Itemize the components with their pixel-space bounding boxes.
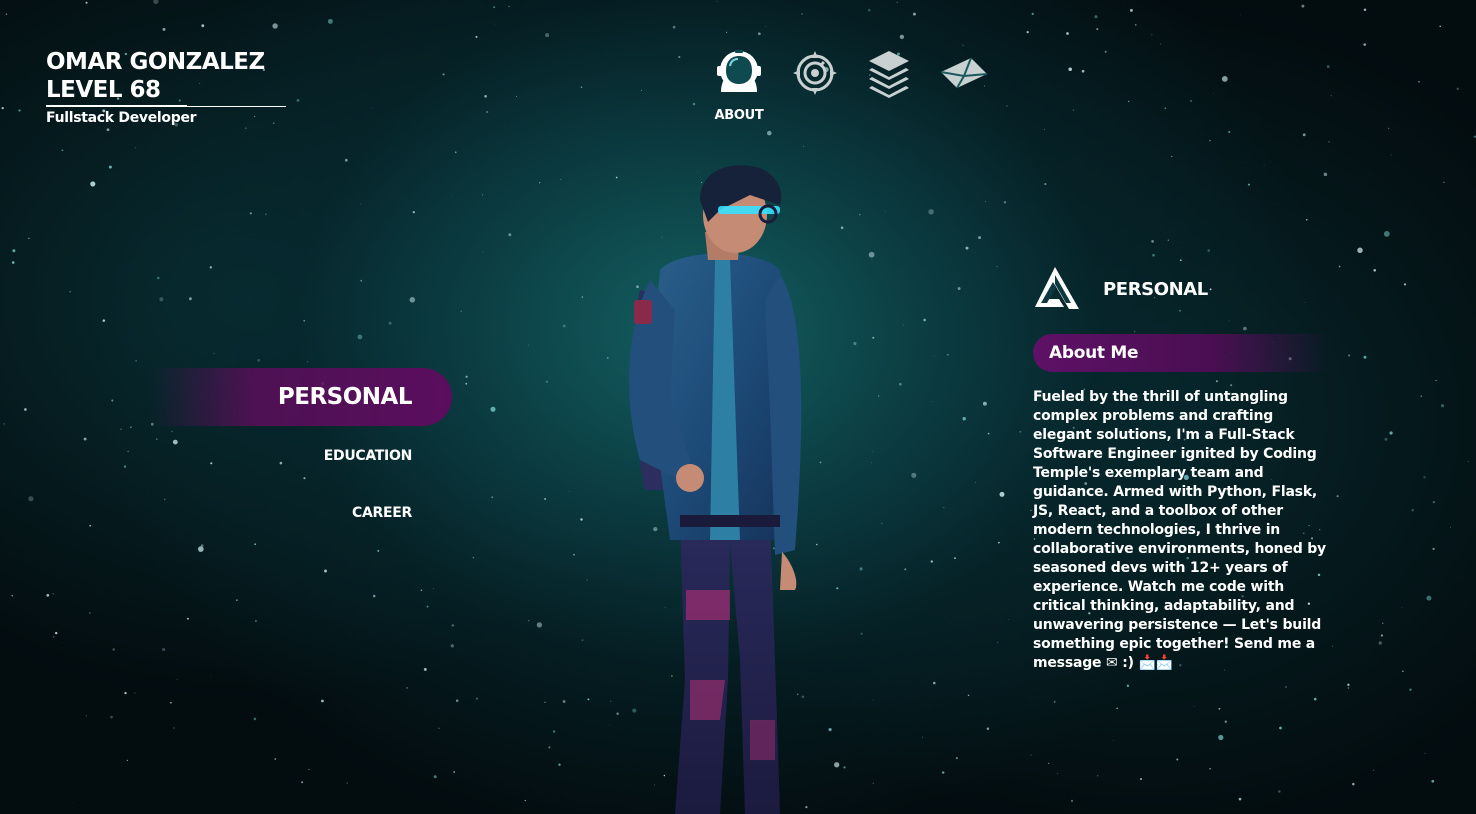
target-compass-icon	[793, 51, 837, 95]
player-name: OMAR GONZALEZ	[46, 49, 265, 75]
envelope-icon	[940, 57, 988, 89]
about-me-heading-bar: About Me	[1033, 334, 1331, 372]
level-progress-divider	[46, 105, 286, 108]
side-menu-education[interactable]: EDUCATION	[150, 448, 452, 464]
side-menu-personal[interactable]: PERSONAL	[150, 368, 452, 426]
player-info: OMAR GONZALEZ LEVEL 68 Fullstack Develop…	[46, 48, 286, 126]
nav-skills[interactable]	[788, 46, 842, 100]
info-panel: PERSONAL About Me Fueled by the thrill o…	[1033, 264, 1333, 673]
side-menu: PERSONAL EDUCATION CAREER	[150, 368, 452, 521]
about-me-heading: About Me	[1049, 343, 1139, 363]
astronaut-helmet-icon	[717, 50, 761, 92]
about-me-text: Fueled by the thrill of untangling compl…	[1033, 389, 1326, 671]
layers-stack-icon	[869, 51, 909, 98]
nav-about-label: ABOUT	[714, 108, 764, 123]
nav-projects[interactable]	[862, 46, 916, 100]
panel-section-title: PERSONAL	[1103, 278, 1208, 300]
character-illustration	[629, 165, 802, 814]
side-menu-career[interactable]: CAREER	[150, 505, 452, 521]
nav-about[interactable]: ABOUT	[712, 46, 766, 123]
panel-header: PERSONAL	[1033, 264, 1333, 314]
nav-contact[interactable]	[937, 46, 991, 100]
penrose-triangle-icon	[1035, 267, 1079, 309]
player-level: LEVEL 68	[46, 77, 161, 103]
side-menu-personal-label: PERSONAL	[277, 384, 413, 410]
player-title: Fullstack Developer	[46, 110, 197, 126]
